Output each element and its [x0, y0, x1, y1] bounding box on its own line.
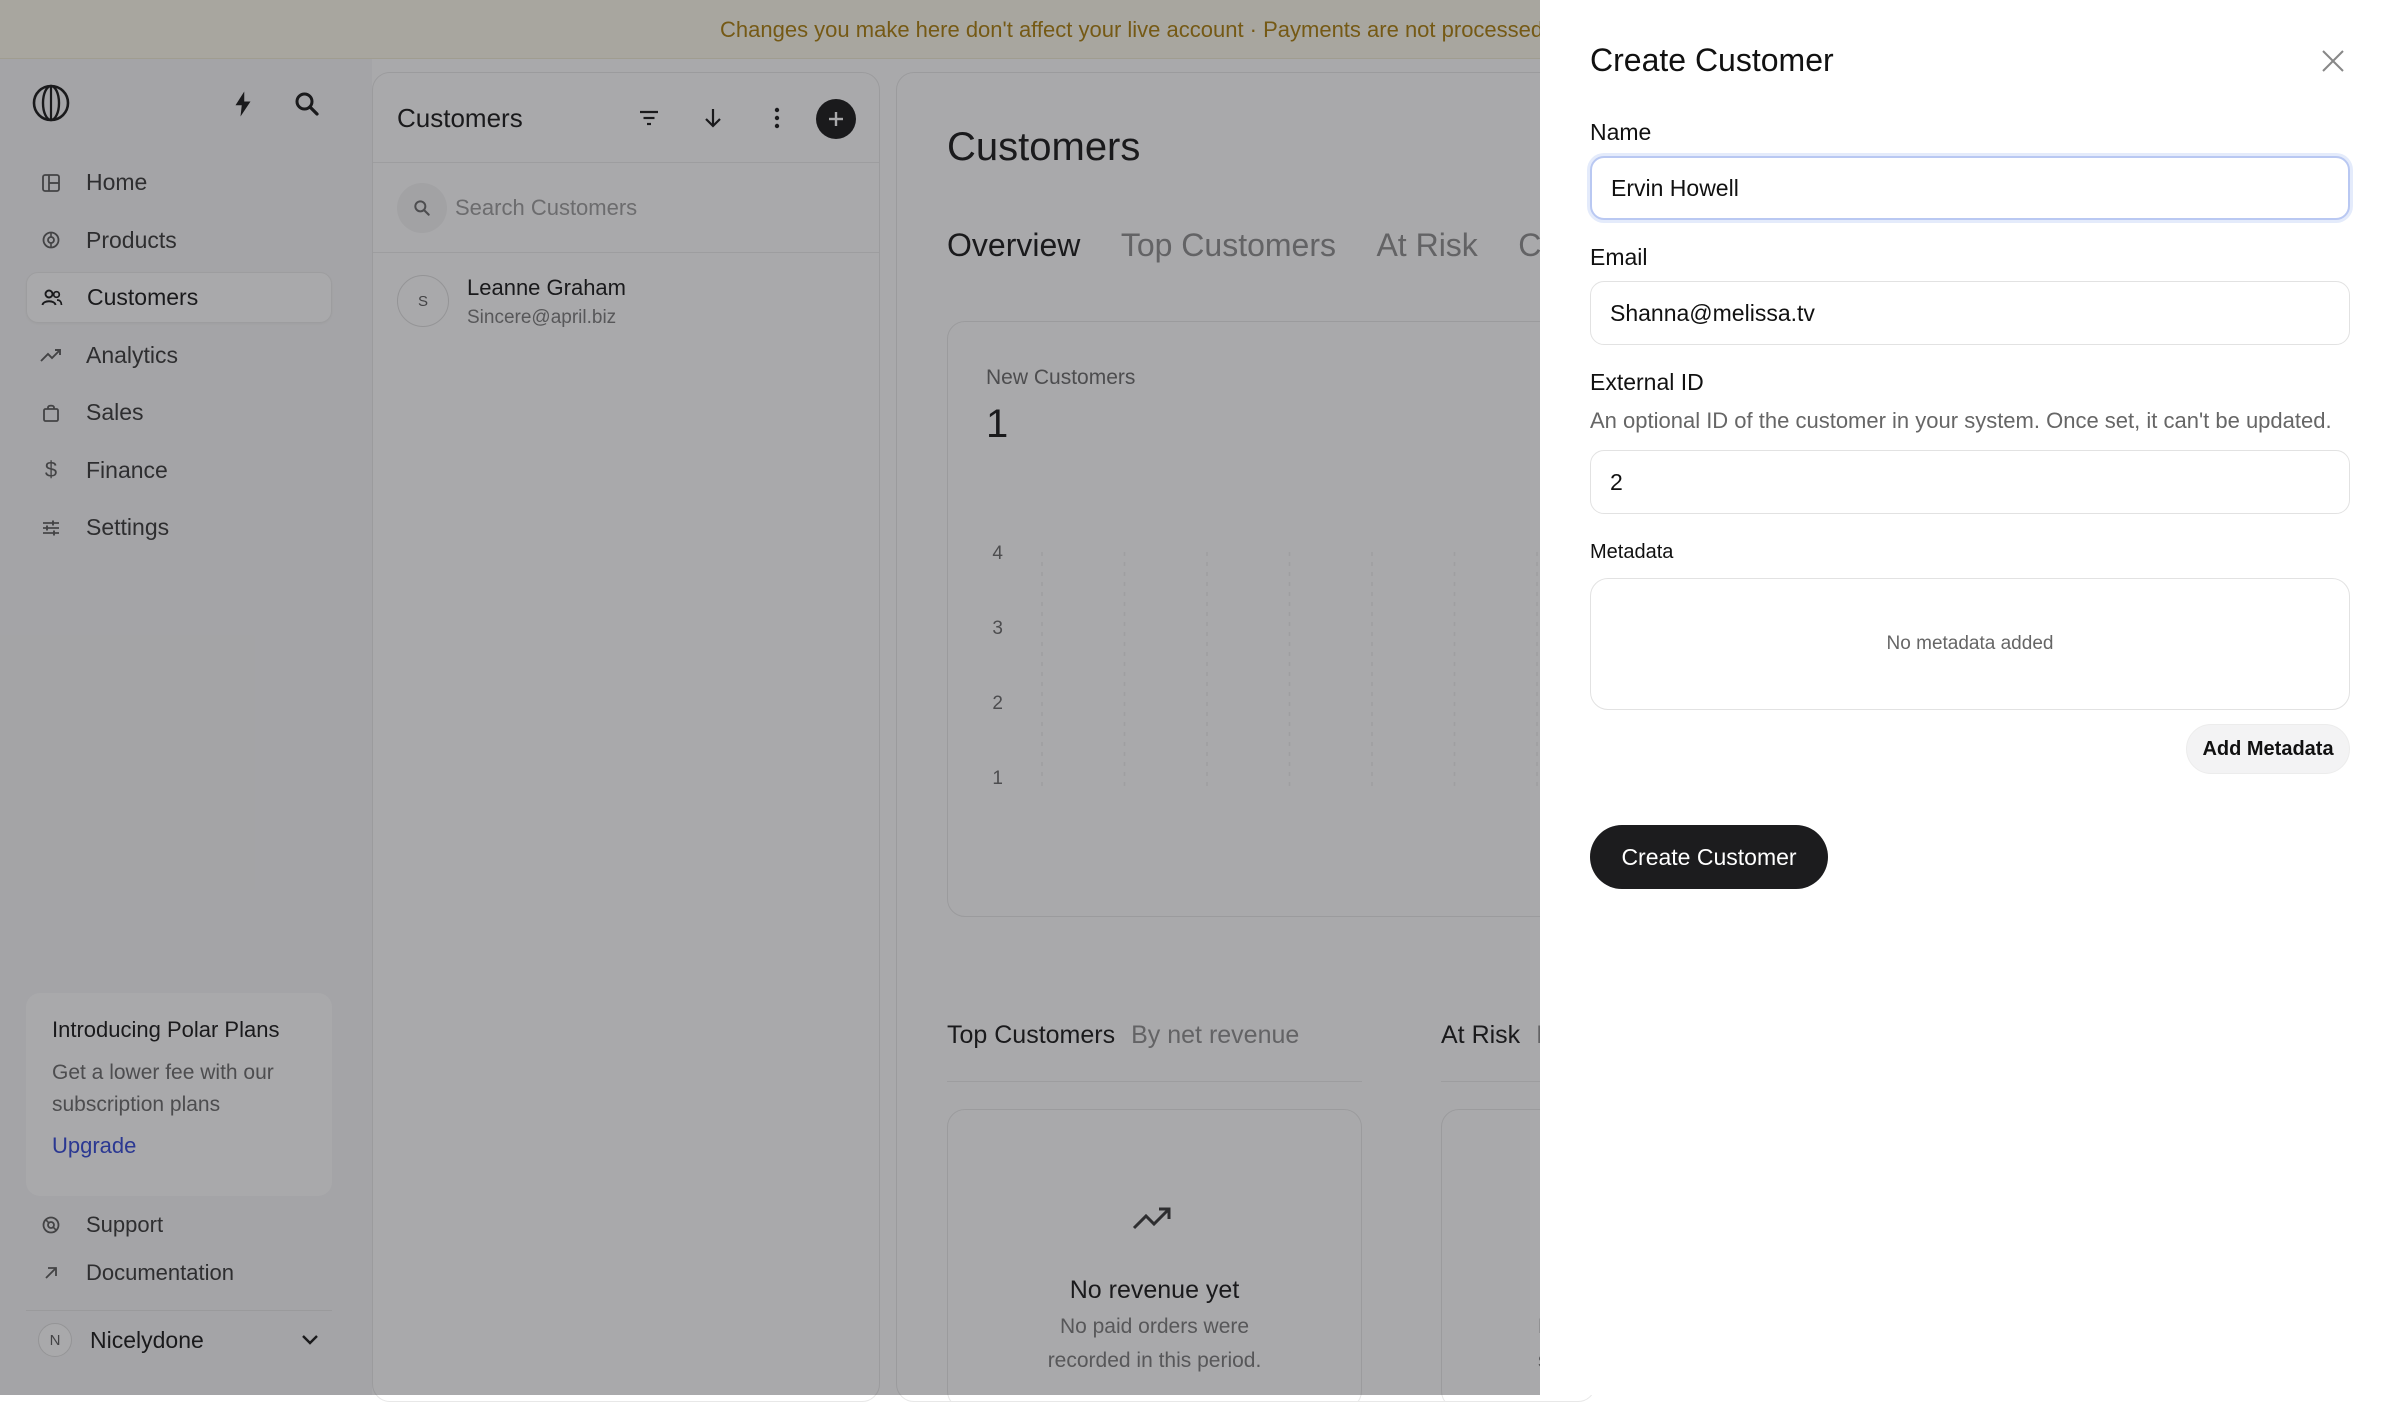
modal-backdrop[interactable]	[0, 0, 1540, 1395]
add-metadata-button[interactable]: Add Metadata	[2186, 724, 2350, 774]
name-input[interactable]	[1590, 156, 2350, 220]
close-icon	[2322, 50, 2344, 72]
metadata-empty-text: No metadata added	[1886, 633, 2054, 654]
metadata-label: Metadata	[1590, 541, 1674, 563]
drawer-title: Create Customer	[1590, 42, 1834, 78]
external-id-label: External ID	[1590, 369, 1704, 395]
metadata-empty-box: No metadata added	[1590, 578, 2350, 710]
close-button[interactable]	[2316, 44, 2350, 78]
create-customer-drawer: Create Customer Name Email External ID A…	[1540, 0, 2400, 1395]
create-customer-button[interactable]: Create Customer	[1590, 825, 1828, 889]
external-id-input[interactable]	[1590, 450, 2350, 514]
name-label: Name	[1590, 119, 1652, 145]
email-input[interactable]	[1590, 281, 2350, 345]
email-label: Email	[1590, 244, 1648, 270]
external-id-help: An optional ID of the customer in your s…	[1590, 408, 2332, 433]
